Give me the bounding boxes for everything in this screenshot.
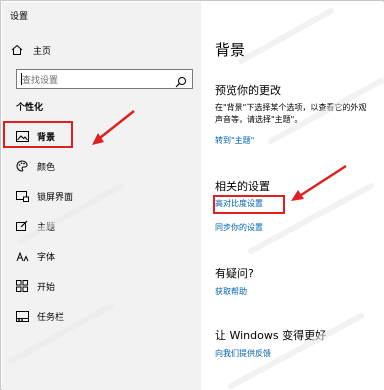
- sidebar-item-themes[interactable]: 主题: [1, 211, 200, 241]
- settings-window: 设置 主页 查找设置 个性化 背景 颜色 锁屏界面 主题 字体 开始 任务栏 背…: [0, 0, 384, 390]
- page-title: 背景: [215, 41, 246, 59]
- improve-windows-heading: 让 Windows 变得更好: [215, 329, 327, 342]
- sidebar-item-start[interactable]: 开始: [1, 271, 200, 301]
- sync-settings-link[interactable]: 同步你的设置: [215, 222, 263, 233]
- annotation-highlight-box: [213, 195, 285, 214]
- home-icon: [10, 43, 24, 57]
- question-heading: 有疑问?: [215, 267, 254, 280]
- palette-icon: [15, 159, 29, 173]
- taskbar-icon: [15, 309, 29, 323]
- window-title: 设置: [10, 12, 29, 22]
- sidebar-item-label: 颜色: [37, 162, 56, 173]
- lock-screen-icon: [15, 189, 29, 203]
- sidebar-item-taskbar[interactable]: 任务栏: [1, 301, 200, 331]
- preview-description-line: 在"背景"下选择某个选项，以查看它的外观: [215, 103, 367, 112]
- sidebar-item-label: 开始: [37, 282, 56, 293]
- preview-heading: 预览你的更改: [215, 84, 281, 97]
- feedback-link[interactable]: 向我们提供反馈: [215, 348, 271, 359]
- home-label: 主页: [33, 46, 52, 57]
- start-grid-icon: [15, 279, 29, 293]
- related-settings-heading: 相关的设置: [215, 180, 270, 193]
- sidebar-item-colors[interactable]: 颜色: [1, 151, 200, 181]
- sidebar-home[interactable]: 主页: [10, 42, 160, 58]
- sidebar-item-label: 任务栏: [37, 312, 65, 323]
- sidebar-item-label: 字体: [37, 252, 56, 263]
- section-title: 个性化: [16, 103, 44, 113]
- search-placeholder: 查找设置: [22, 76, 59, 86]
- font-icon: [15, 249, 29, 263]
- search-input[interactable]: 查找设置: [16, 69, 193, 89]
- sidebar-item-label: 锁屏界面: [37, 192, 74, 203]
- main-content: 背景 预览你的更改 在"背景"下选择某个选项，以查看它的外观 声音等，请选择"主…: [201, 2, 384, 390]
- sidebar-item-lock-screen[interactable]: 锁屏界面: [1, 181, 200, 211]
- theme-brush-icon: [15, 219, 29, 233]
- sidebar-nav: 背景 颜色 锁屏界面 主题 字体 开始 任务栏: [1, 121, 200, 331]
- preview-description-line: 声音等，请选择"主题"。: [215, 115, 303, 124]
- go-to-themes-link[interactable]: 转到"主题": [215, 135, 254, 146]
- sidebar-item-fonts[interactable]: 字体: [1, 241, 200, 271]
- get-help-link[interactable]: 获取帮助: [215, 286, 247, 297]
- annotation-highlight-box: [3, 121, 73, 148]
- preview-description: 在"背景"下选择某个选项，以查看它的外观 声音等，请选择"主题"。: [215, 102, 383, 126]
- sidebar-item-label: 主题: [37, 222, 56, 233]
- search-icon[interactable]: [175, 73, 187, 88]
